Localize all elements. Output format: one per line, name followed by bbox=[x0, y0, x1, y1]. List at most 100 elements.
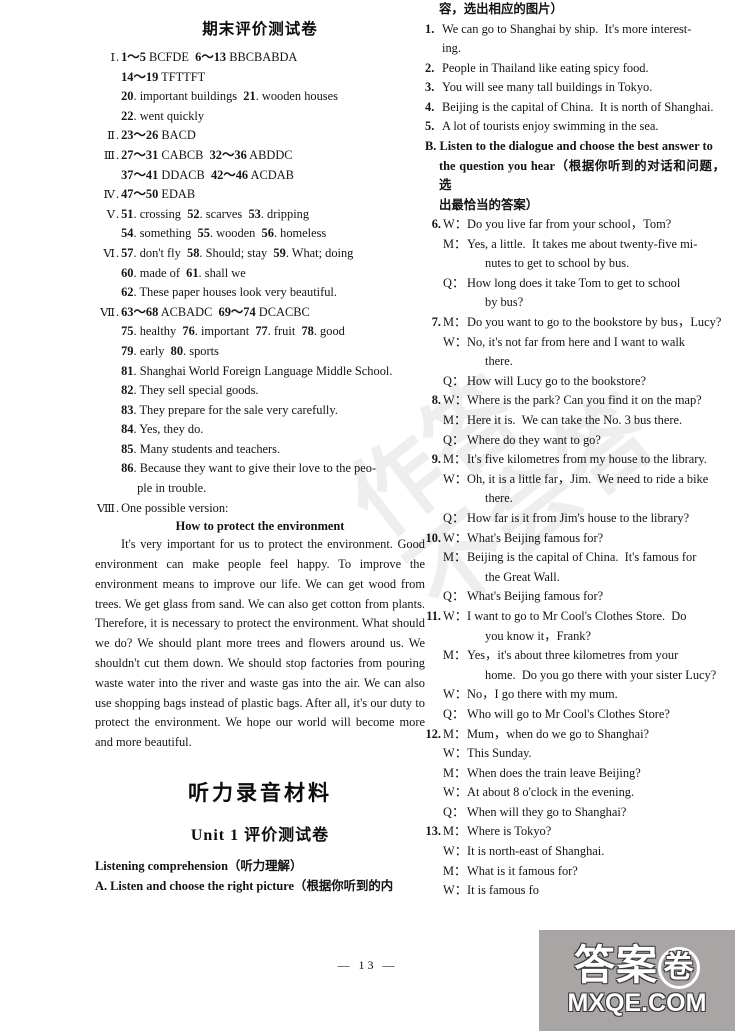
dialogue-line: M： What is it famous for? bbox=[425, 862, 725, 882]
dialogue-line: you know it，Frank? bbox=[425, 627, 725, 647]
dialogue-line: 7. M： Do you want to go to the bookstore b… bbox=[425, 313, 725, 333]
dialogue-speaker-label: Q： bbox=[443, 589, 465, 604]
dialogue-line-text: Do you want to go to the bookstore by bu… bbox=[467, 315, 722, 330]
dialogue-speaker-label: Q： bbox=[443, 373, 465, 388]
answer-text: 83. They prepare for the sale very caref… bbox=[121, 402, 338, 417]
dialogue-line-text: What's Beijing famous for? bbox=[467, 589, 604, 604]
dialogue-line: Q： Who will go to Mr Cool's Clothes Store… bbox=[425, 705, 725, 725]
numeral-dot-spacer bbox=[116, 461, 119, 475]
numeral-spacer bbox=[95, 107, 115, 127]
numeral-dot: . bbox=[116, 128, 120, 143]
dialogue-item-number: 9. bbox=[431, 452, 441, 467]
dialogue-line-text: Oh, it is a little far，Jim. We need to r… bbox=[467, 471, 709, 486]
dialogue-line-text: you know it，Frank? bbox=[485, 628, 591, 643]
dialogue-line: M： Yes, a little. It takes me about twent… bbox=[425, 235, 725, 255]
dialogue-speaker-label: M： bbox=[443, 452, 467, 467]
part-b-heading-line-1: B. Listen to the dialogue and choose the… bbox=[425, 139, 713, 154]
numeral-dot-spacer bbox=[116, 285, 119, 299]
answer-text: One possible version: bbox=[121, 500, 229, 515]
numeral-spacer bbox=[95, 401, 115, 421]
numeral-dot-spacer bbox=[116, 403, 119, 417]
numeral-dot: . bbox=[116, 304, 120, 319]
dialogue-line: Q： Where do they want to go? bbox=[425, 431, 725, 451]
dialogue-line: 13. M： Where is Tokyo? bbox=[425, 822, 725, 842]
answer-text: 84. Yes, they do. bbox=[121, 422, 204, 437]
dialogue-line-text: Who will go to Mr Cool's Clothes Store? bbox=[467, 706, 670, 721]
dialogue-speaker-label: M： bbox=[443, 315, 467, 330]
script-item-number: 4. bbox=[425, 99, 435, 114]
dialogue-line: there. bbox=[425, 489, 725, 509]
dialogue-line-text: I want to go to Mr Cool's Clothes Store.… bbox=[467, 608, 687, 623]
dialogue-speaker-label: M： bbox=[443, 550, 467, 565]
answer-text: 86. Because they want to give their love… bbox=[121, 461, 377, 476]
dialogue-line-text: How long does it take Tom to get to scho… bbox=[467, 275, 681, 290]
answer-line: 82. They sell special goods. bbox=[95, 381, 425, 401]
dialogue-line-text: Where is Tokyo? bbox=[467, 824, 552, 839]
dialogue-line: the Great Wall. bbox=[425, 568, 725, 588]
dialogue-speaker-label: M： bbox=[443, 824, 467, 839]
dialogue-speaker-label: W： bbox=[443, 217, 468, 232]
essay-body: It's very important for us to protect th… bbox=[95, 537, 425, 750]
answer-text: 20. important buildings 21. wooden house… bbox=[121, 89, 338, 104]
dialogue-line: Q： How far is it from Jim's house to the … bbox=[425, 509, 725, 529]
numeral-dot-spacer bbox=[116, 344, 119, 358]
dialogue-speaker-label: W： bbox=[443, 471, 468, 486]
answer-text: 1～5 BCFDE 6～13 BBCBABDA bbox=[121, 50, 298, 64]
dialogue-speaker-label: Q： bbox=[443, 432, 465, 447]
dialogue-line: W： No, it's not far from here and I want … bbox=[425, 333, 725, 353]
numeral-dot-spacer bbox=[116, 481, 119, 495]
answer-section-numeral: Ⅶ bbox=[100, 304, 115, 319]
dialogue-speaker-spacer bbox=[443, 666, 485, 686]
answer-text: 47～50 EDAB bbox=[121, 187, 196, 202]
answer-section-numeral: Ⅴ bbox=[106, 206, 115, 221]
dialogue-line: Q： When will they go to Shanghai? bbox=[425, 803, 725, 823]
dialogue-line-text: When does the train leave Beijing? bbox=[467, 765, 641, 780]
numeral-dot: . bbox=[116, 500, 120, 515]
dialogue-line-text: How far is it from Jim's house to the li… bbox=[467, 510, 690, 525]
answer-text: 37～41 DDACB 42～46 ACDAB bbox=[121, 167, 294, 182]
dialogue-speaker-label: M： bbox=[443, 765, 467, 780]
script-line: 3. You will see many tall buildings in To… bbox=[425, 78, 725, 98]
dialogue-speaker-label: M： bbox=[443, 648, 467, 663]
script-item-number: 5. bbox=[425, 119, 435, 134]
dialogue-line-text: No，I go there with my mum. bbox=[467, 687, 618, 702]
script-line: ing. bbox=[425, 39, 725, 59]
answer-text: 85. Many students and teachers. bbox=[121, 441, 281, 456]
answer-section-numeral: Ⅷ bbox=[96, 500, 115, 515]
numeral-dot: . bbox=[116, 245, 120, 260]
numeral-spacer bbox=[95, 68, 115, 88]
numeral-dot-spacer bbox=[116, 442, 119, 456]
dialogue-speaker-label: W： bbox=[443, 393, 468, 408]
answer-text: 62. These paper houses look very beautif… bbox=[121, 285, 337, 300]
dialogue-line-text: It is north-east of Shanghai. bbox=[467, 844, 605, 859]
numeral-spacer bbox=[95, 264, 115, 284]
part-a-heading-continued: 容，选出相应的图片） bbox=[439, 2, 563, 16]
dialogue-line: nutes to get to school by bus. bbox=[425, 254, 725, 274]
answer-text: 82. They sell special goods. bbox=[121, 383, 259, 398]
numeral-spacer bbox=[95, 322, 115, 342]
dialogue-line-text: Mum，when do we go to Shanghai? bbox=[467, 726, 650, 741]
dialogue-speaker-label: Q： bbox=[443, 804, 465, 819]
dialogue-speaker-label: W： bbox=[443, 687, 468, 702]
dialogue-item-number: 11. bbox=[426, 608, 441, 623]
answer-line: 86. Because they want to give their love… bbox=[95, 459, 425, 479]
numeral-spacer bbox=[95, 420, 115, 440]
answer-text: 51. crossing 52. scarves 53. dripping bbox=[121, 206, 310, 221]
numeral-dot: . bbox=[116, 147, 120, 162]
answer-line: Ⅰ. 1～5 BCFDE 6～13 BBCBABDA bbox=[95, 48, 425, 68]
audio-script-section-title: 听力录音材料 bbox=[188, 781, 332, 806]
numeral-dot-spacer bbox=[116, 70, 119, 84]
dialogue-speaker-spacer bbox=[443, 293, 485, 313]
numeral-dot-spacer bbox=[116, 422, 119, 436]
answer-line: 79. early 80. sports bbox=[95, 342, 425, 362]
part-a-script-items: 1. We can go to Shanghai by ship. It's mo… bbox=[425, 20, 725, 138]
script-line-text: You will see many tall buildings in Toky… bbox=[442, 80, 653, 95]
answer-key-list: Ⅰ. 1～5 BCFDE 6～13 BBCBABDA 14～19 TFTTFT 2… bbox=[95, 48, 425, 518]
script-line-text: A lot of tourists enjoy swimming in the … bbox=[442, 119, 659, 134]
answer-line: 81. Shanghai World Foreign Language Midd… bbox=[95, 362, 425, 382]
numeral-spacer bbox=[95, 459, 115, 479]
answer-section-numeral: Ⅱ bbox=[107, 128, 115, 143]
dialogue-line-text: there. bbox=[485, 491, 513, 506]
numeral-spacer bbox=[95, 479, 115, 499]
answer-text: 27～31 CABCB 32～36 ABDDC bbox=[121, 147, 293, 162]
